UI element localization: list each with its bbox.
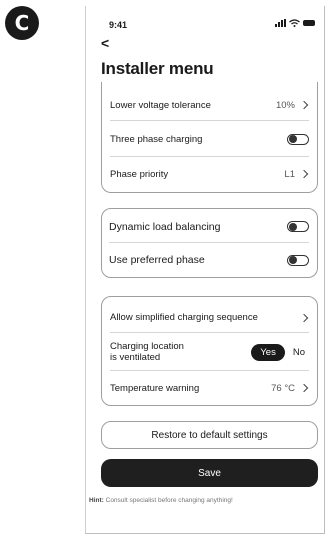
signal-icon bbox=[275, 19, 286, 27]
row-charging-location-ventilated: Charging location is ventilated Yes No bbox=[110, 334, 309, 371]
settings-card-voltage-phase: Lower voltage tolerance 10% Three phase … bbox=[101, 82, 318, 193]
settings-card-load-balancing: Dynamic load balancing Use preferred pha… bbox=[101, 208, 318, 278]
row-label: Use preferred phase bbox=[109, 254, 205, 266]
hint-prefix: Hint: bbox=[89, 497, 104, 504]
row-label: Dynamic load balancing bbox=[109, 220, 221, 233]
row-label: Temperature warning bbox=[110, 382, 200, 394]
back-button[interactable]: < bbox=[101, 36, 109, 50]
row-dynamic-load-balancing: Dynamic load balancing bbox=[109, 211, 309, 243]
save-button[interactable]: Save bbox=[101, 459, 318, 487]
hint-text: Hint: Consult specialist before changing… bbox=[89, 497, 233, 504]
row-label: Phase priority bbox=[110, 168, 169, 180]
hint-message: Consult specialist before changing anyth… bbox=[105, 497, 233, 504]
row-label-line2: is ventilated bbox=[110, 352, 161, 363]
dynamic-load-balancing-toggle[interactable] bbox=[287, 221, 309, 232]
row-temperature-warning[interactable]: Temperature warning 76 °C bbox=[110, 372, 309, 404]
chevron-right-icon bbox=[299, 100, 309, 110]
three-phase-charging-toggle[interactable] bbox=[287, 133, 309, 145]
page-title: Installer menu bbox=[101, 59, 214, 78]
status-bar: 9:41 bbox=[86, 6, 326, 36]
row-value: 76 °C bbox=[271, 382, 295, 394]
battery-icon bbox=[303, 20, 315, 26]
row-label: Allow simplified charging sequence bbox=[110, 312, 258, 323]
status-icons bbox=[275, 19, 315, 27]
status-time: 9:41 bbox=[109, 20, 128, 30]
settings-card-charging: Allow simplified charging sequence Charg… bbox=[101, 296, 318, 406]
wifi-icon bbox=[289, 19, 300, 27]
row-label: Lower voltage tolerance bbox=[110, 99, 211, 111]
chevron-right-icon bbox=[299, 169, 309, 179]
row-phase-priority[interactable]: Phase priority L1 bbox=[110, 158, 309, 190]
row-value: 10% bbox=[275, 99, 295, 111]
row-label: Three phase charging bbox=[110, 133, 203, 145]
row-value: L1 bbox=[284, 168, 295, 180]
row-use-preferred-phase: Use preferred phase bbox=[109, 244, 309, 276]
no-option[interactable]: No bbox=[289, 344, 309, 361]
row-label-line1: Charging location bbox=[110, 341, 184, 352]
panel-label-badge: C bbox=[5, 6, 39, 40]
row-label: Charging location is ventilated bbox=[110, 341, 184, 363]
restore-defaults-button[interactable]: Restore to default settings bbox=[101, 421, 318, 449]
phone-screen: 9:41 < Installer menu Lower voltage tole… bbox=[85, 6, 325, 534]
chevron-right-icon bbox=[299, 313, 309, 322]
ventilated-segmented-control: Yes No bbox=[251, 343, 309, 361]
row-simplified-charging-sequence[interactable]: Allow simplified charging sequence bbox=[110, 303, 309, 333]
chevron-right-icon bbox=[299, 383, 309, 393]
row-lower-voltage-tolerance[interactable]: Lower voltage tolerance 10% bbox=[110, 90, 309, 121]
use-preferred-phase-toggle[interactable] bbox=[287, 254, 309, 266]
row-three-phase-charging: Three phase charging bbox=[110, 122, 309, 157]
yes-option[interactable]: Yes bbox=[251, 343, 285, 361]
